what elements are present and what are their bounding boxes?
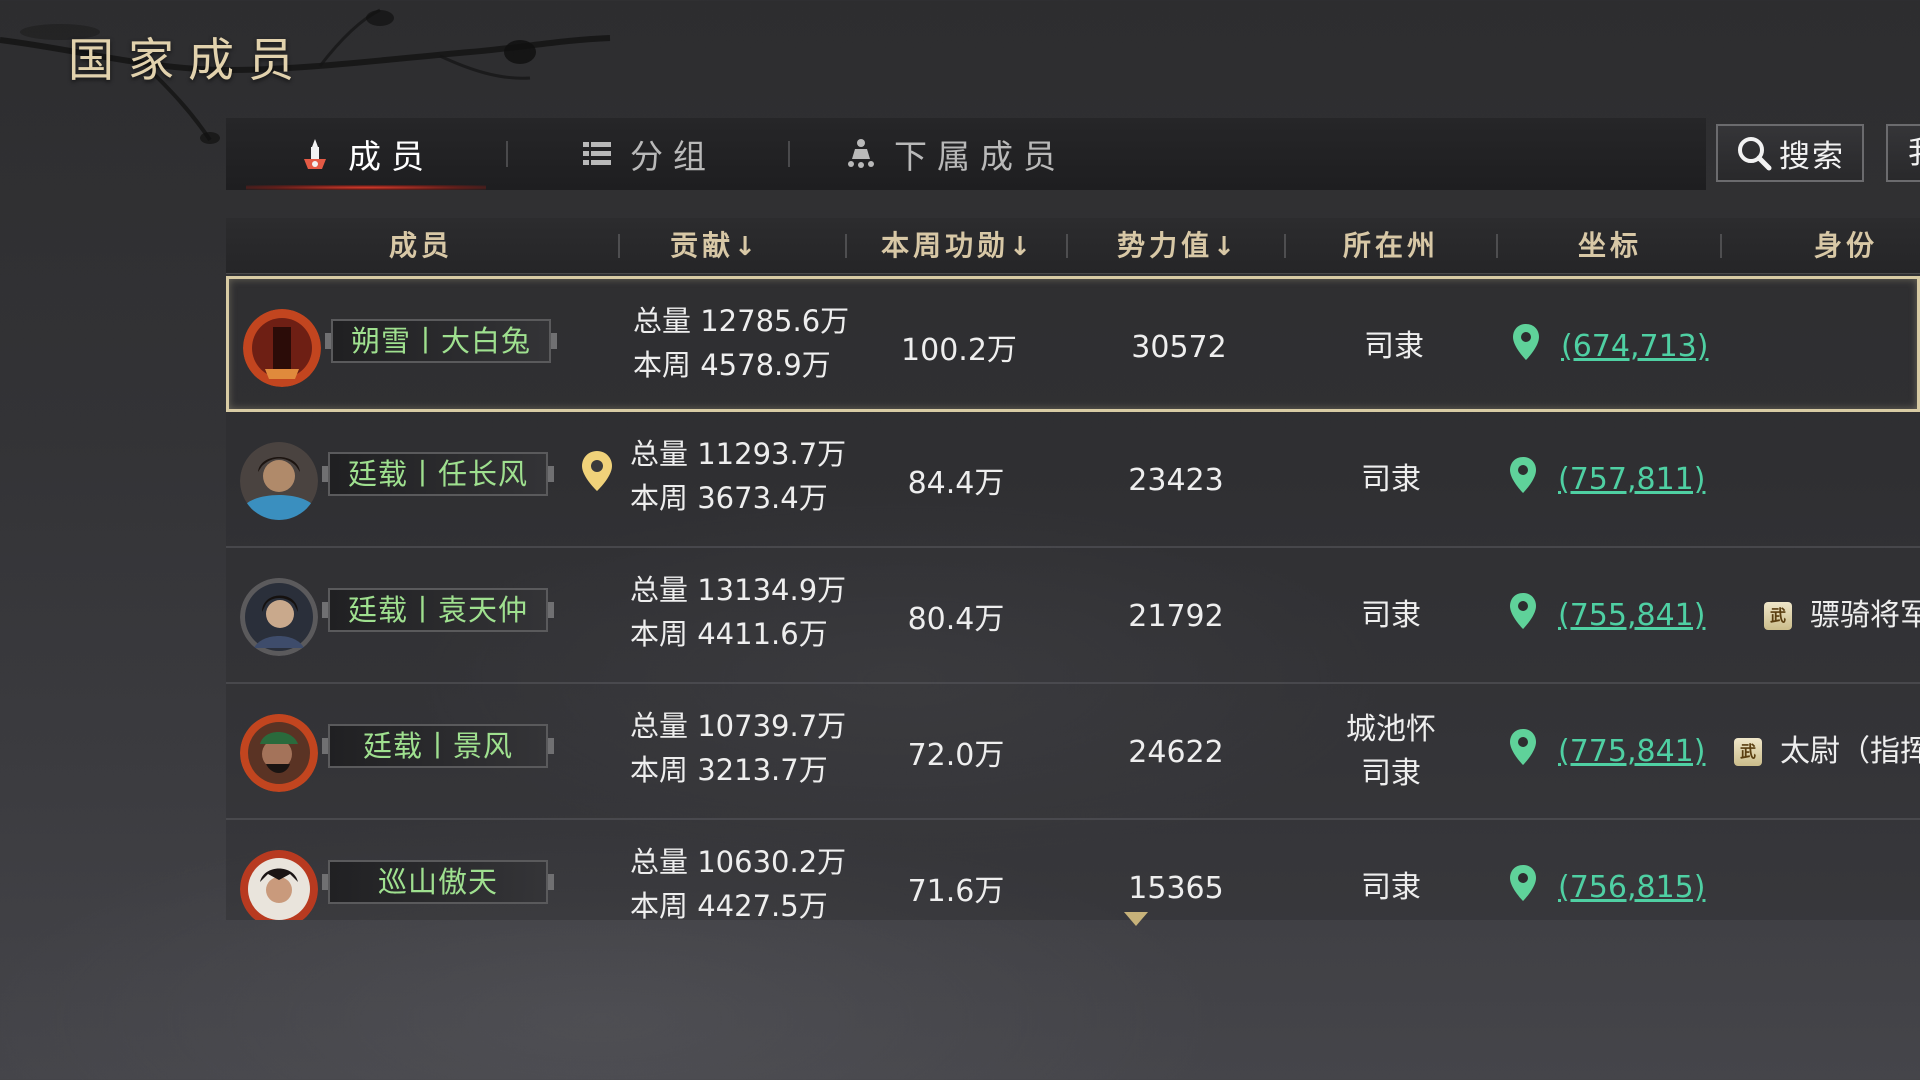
member-name[interactable]: 廷载丨袁天仲 — [322, 588, 554, 632]
location-pin-icon[interactable] — [1508, 592, 1538, 630]
military-badge-icon: 武 — [1734, 738, 1762, 766]
military-badge-icon: 武 — [1764, 602, 1792, 630]
sort-arrow-icon: ↓ — [1213, 232, 1235, 262]
province-cell: 城池怀 司隶 — [1286, 684, 1496, 820]
contribution-total: 总量 10739.7万 — [630, 709, 847, 743]
tab-members-label: 成员 — [348, 137, 434, 176]
province-cell: 司隶 — [1289, 279, 1499, 415]
contribution-total: 总量 10630.2万 — [630, 845, 847, 879]
contribution-weekly: 本周 3213.7万 — [630, 753, 828, 787]
contribution-cell: 总量 13134.9万 本周 4411.6万 — [630, 568, 846, 656]
coords-link[interactable]: (674,713) — [1561, 279, 1708, 415]
coords-link[interactable]: (775,841) — [1558, 684, 1705, 820]
page-title: 国家成员 — [68, 33, 308, 87]
province-cell: 司隶 — [1286, 412, 1496, 548]
coords-link[interactable]: (756,815) — [1558, 820, 1705, 920]
contribution-weekly: 本周 4411.6万 — [630, 617, 828, 651]
tab-groups[interactable]: 分组 — [508, 118, 788, 190]
col-identity[interactable]: 身份 — [1726, 218, 1920, 274]
table-row[interactable]: 廷载丨景风 总量 10739.7万 本周 3213.7万 72.0万 24622… — [226, 684, 1920, 820]
province-name: 司隶 — [1364, 329, 1424, 364]
location-marker-icon — [582, 451, 612, 491]
coords-link[interactable]: (757,811) — [1558, 412, 1705, 548]
scroll-down-arrow-icon[interactable] — [1124, 912, 1148, 926]
col-weekly-merit[interactable]: 本周功勋↓ — [848, 218, 1064, 274]
avatar — [240, 714, 318, 792]
province-name: 司隶 — [1361, 462, 1421, 497]
search-icon — [1738, 137, 1772, 171]
search-button-label: 搜索 — [1779, 138, 1845, 175]
contribution-total: 总量 12785.6万 — [633, 304, 850, 338]
tab-bar: 成员 分组 下属成员 — [226, 118, 1706, 190]
contribution-weekly: 本周 4427.5万 — [630, 889, 828, 920]
member-name[interactable]: 朔雪丨大白兔 — [325, 319, 557, 363]
weekly-merit: 72.0万 — [907, 738, 1005, 773]
col-province[interactable]: 所在州 — [1286, 218, 1496, 274]
avatar — [240, 578, 318, 656]
table-row[interactable]: 廷载丨任长风 总量 11293.7万 本周 3673.4万 84.4万 2342… — [226, 412, 1920, 548]
col-contribution[interactable]: 贡献↓ — [620, 218, 806, 274]
province-name: 司隶 — [1361, 598, 1421, 633]
sort-arrow-icon: ↓ — [1009, 232, 1031, 262]
contribution-cell: 总量 11293.7万 本周 3673.4万 — [630, 432, 846, 520]
avatar — [240, 850, 318, 920]
member-name[interactable]: 廷载丨任长风 — [322, 452, 554, 496]
location-pin-icon[interactable] — [1508, 864, 1538, 902]
table-row[interactable]: 巡山傲天 总量 10630.2万 本周 4427.5万 71.6万 15365 … — [226, 820, 1920, 920]
location-pin-icon[interactable] — [1511, 323, 1541, 361]
power-value: 21792 — [1128, 598, 1224, 634]
col-power[interactable]: 势力值↓ — [1068, 218, 1284, 274]
province-name: 司隶 — [1361, 756, 1421, 791]
col-coords[interactable]: 坐标 — [1498, 218, 1722, 274]
contribution-weekly: 本周 4578.9万 — [633, 348, 831, 382]
power-value: 24622 — [1128, 734, 1224, 770]
coords-link[interactable]: (755,841) — [1558, 548, 1705, 684]
subordinate-icon — [848, 139, 874, 168]
identity-title: 骠骑将军 — [1810, 598, 1920, 633]
contribution-weekly: 本周 3673.4万 — [630, 481, 828, 515]
list-icon — [583, 142, 611, 165]
tab-subordinates-label: 下属成员 — [894, 137, 1066, 176]
table-row[interactable]: 朔雪丨大白兔 总量 12785.6万 本周 4578.9万 100.2万 305… — [226, 276, 1920, 412]
weekly-merit: 100.2万 — [901, 333, 1017, 368]
table-header: 成员 贡献↓ 本周功勋↓ 势力值↓ 所在州 坐标 身份 — [226, 218, 1920, 274]
weekly-merit: 71.6万 — [907, 874, 1005, 909]
header-divider — [845, 234, 847, 258]
avatar — [243, 309, 321, 387]
contribution-total: 总量 13134.9万 — [630, 573, 847, 607]
contribution-cell: 总量 12785.6万 本周 4578.9万 — [633, 299, 849, 387]
tab-subordinates[interactable]: 下属成员 — [790, 118, 1120, 190]
power-value: 15365 — [1128, 870, 1224, 906]
member-table: 朔雪丨大白兔 总量 12785.6万 本周 4578.9万 100.2万 305… — [226, 274, 1920, 920]
province-cell: 司隶 — [1286, 820, 1496, 920]
member-icon — [304, 139, 326, 169]
contribution-cell: 总量 10630.2万 本周 4427.5万 — [630, 840, 846, 920]
avatar — [240, 442, 318, 520]
search-button[interactable]: 搜索 — [1716, 124, 1864, 182]
my-button[interactable]: 我 — [1886, 124, 1920, 182]
table-row[interactable]: 廷载丨袁天仲 总量 13134.9万 本周 4411.6万 80.4万 2179… — [226, 548, 1920, 684]
member-name[interactable]: 巡山傲天 — [322, 860, 554, 904]
province-name: 司隶 — [1361, 870, 1421, 905]
power-value: 23423 — [1128, 462, 1224, 498]
city-name: 城池怀 — [1346, 712, 1436, 747]
contribution-cell: 总量 10739.7万 本周 3213.7万 — [630, 704, 846, 792]
weekly-merit: 84.4万 — [907, 466, 1005, 501]
tab-members[interactable]: 成员 — [226, 118, 506, 190]
location-pin-icon[interactable] — [1508, 456, 1538, 494]
member-name[interactable]: 廷载丨景风 — [322, 724, 554, 768]
col-member[interactable]: 成员 — [226, 218, 616, 274]
identity-title: 太尉（指挥 — [1780, 734, 1920, 769]
province-cell: 司隶 — [1286, 548, 1496, 684]
contribution-total: 总量 11293.7万 — [630, 437, 847, 471]
location-pin-icon[interactable] — [1508, 728, 1538, 766]
tab-groups-label: 分组 — [630, 137, 716, 176]
sort-arrow-icon: ↓ — [734, 232, 756, 262]
header-divider — [1720, 234, 1722, 258]
weekly-merit: 80.4万 — [907, 602, 1005, 637]
power-value: 30572 — [1131, 329, 1227, 365]
